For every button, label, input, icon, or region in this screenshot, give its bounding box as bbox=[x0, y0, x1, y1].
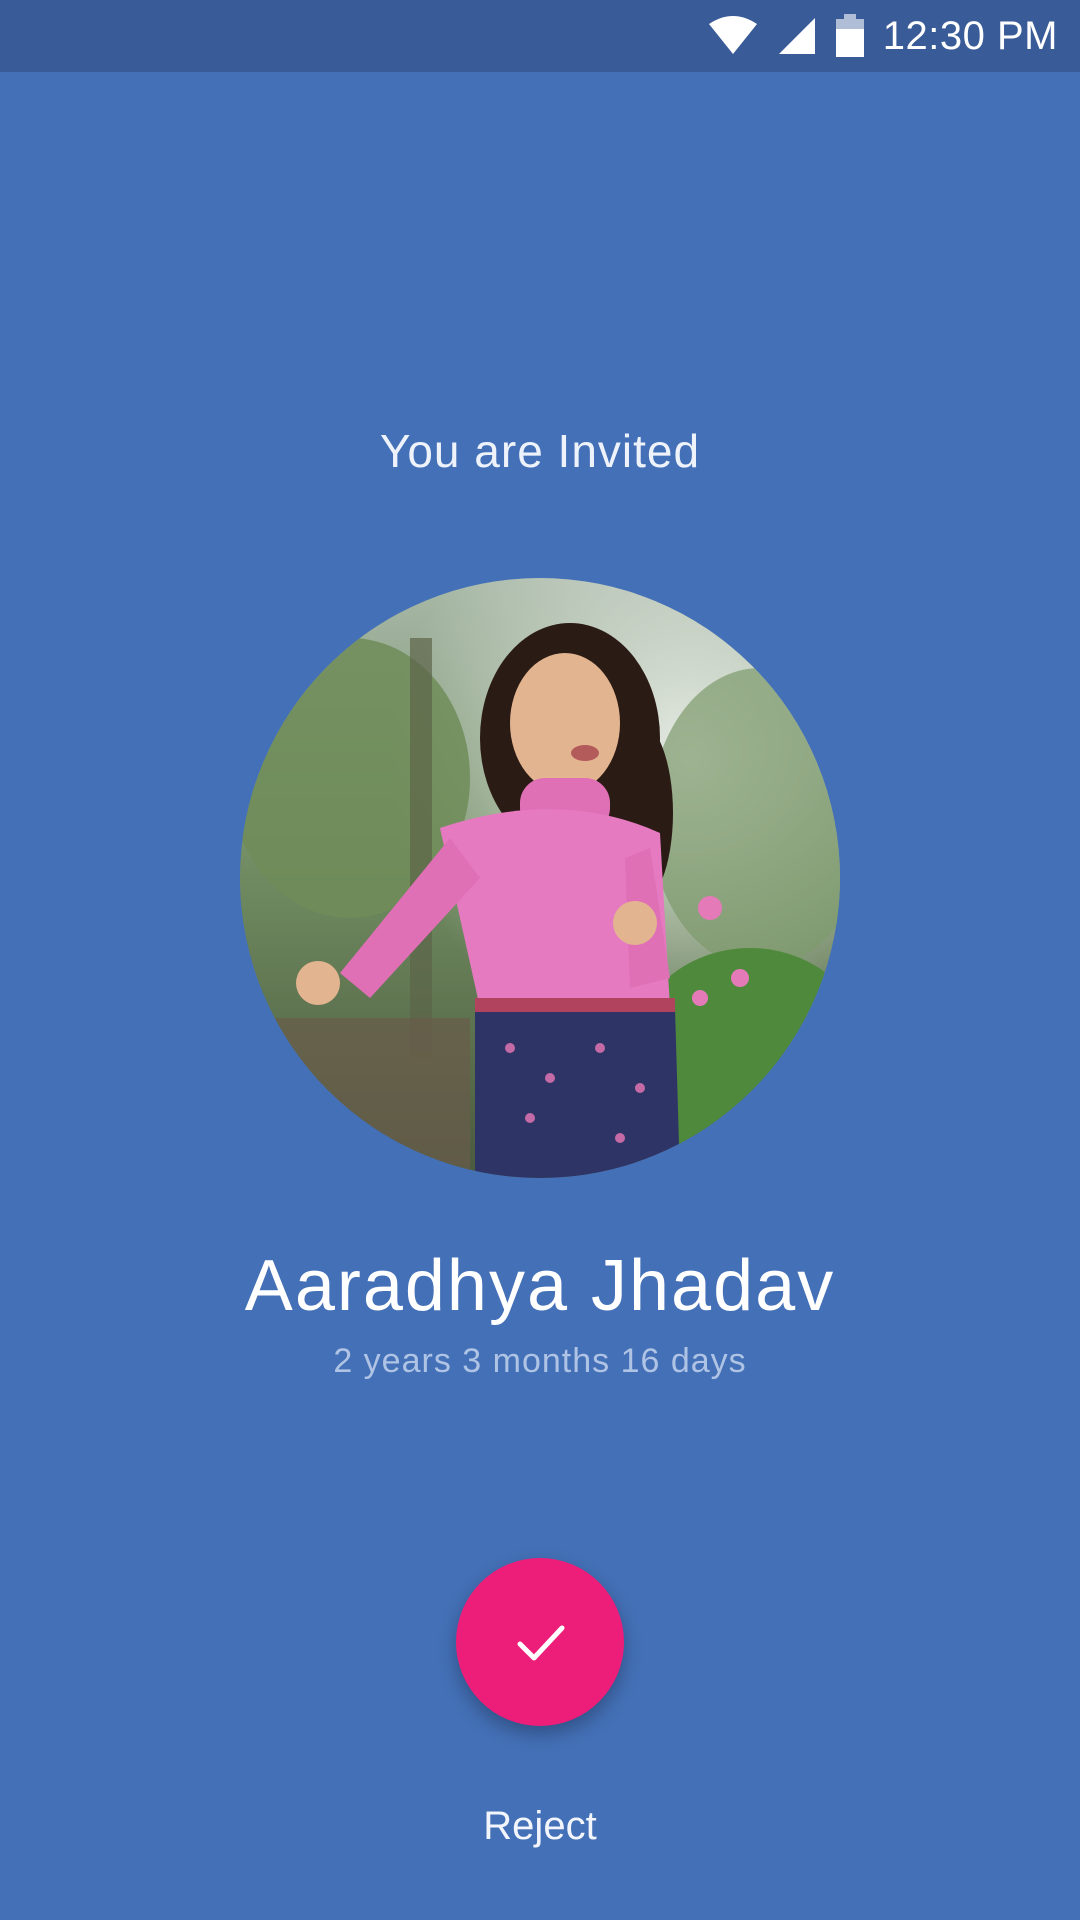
cell-signal-icon bbox=[777, 16, 817, 56]
invitee-age: 2 years 3 months 16 days bbox=[333, 1342, 747, 1380]
accept-button[interactable] bbox=[456, 1558, 624, 1726]
child-photo bbox=[240, 578, 840, 1178]
status-time: 12:30 PM bbox=[882, 13, 1058, 58]
check-icon bbox=[510, 1612, 570, 1672]
battery-icon bbox=[835, 14, 865, 58]
invitee-name: Aaradhya Jhadav bbox=[244, 1246, 836, 1326]
reject-button[interactable]: Reject bbox=[0, 1804, 1080, 1849]
avatar bbox=[240, 578, 840, 1178]
invite-title: You are Invited bbox=[379, 425, 701, 477]
invite-screen: 12:30 PM You are Invited Aaradhya Jhadav… bbox=[0, 0, 1080, 1920]
status-icons: 12:30 PM bbox=[707, 0, 1058, 72]
wifi-icon bbox=[707, 16, 759, 56]
status-bar: 12:30 PM bbox=[0, 0, 1080, 72]
